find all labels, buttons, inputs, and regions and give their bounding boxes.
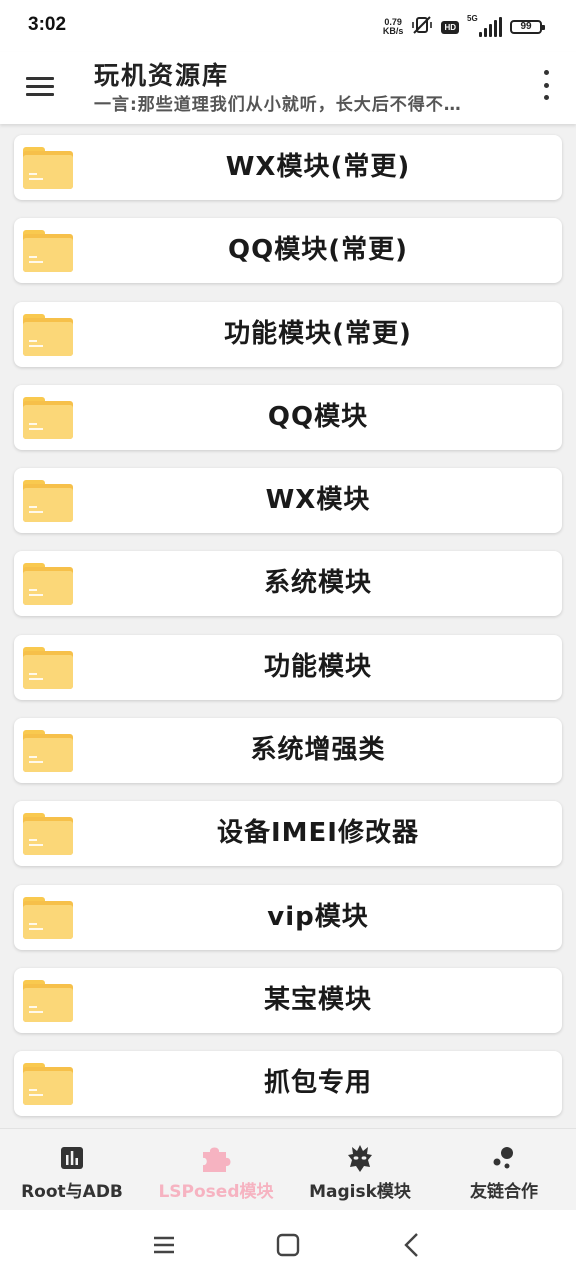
folder-icon: [23, 896, 73, 939]
puzzle-icon: [199, 1143, 233, 1173]
folder-icon: [23, 730, 73, 773]
list-item[interactable]: WX模块: [14, 468, 562, 534]
list-item[interactable]: 抓包专用: [14, 1051, 562, 1117]
folder-icon: [23, 396, 73, 439]
list-item-label: vip模块: [267, 901, 369, 932]
vibrate-off-icon: [411, 14, 433, 40]
recent-apps-icon[interactable]: [149, 1230, 179, 1260]
menu-icon[interactable]: [26, 72, 56, 102]
folder-icon: [23, 646, 73, 689]
bubbles-icon: [491, 1143, 517, 1173]
tab-magisk[interactable]: Magisk模块: [288, 1129, 432, 1211]
list-item-label: 某宝模块: [263, 984, 372, 1015]
list-item-label: 抓包专用: [263, 1068, 372, 1099]
bottom-nav: Root与ADB LSPosed模块 Magisk模块 友链合作: [0, 1128, 576, 1211]
list-item-label: 设备IMEI修改器: [217, 818, 419, 849]
list-item-label: 功能模块: [263, 651, 372, 682]
page-subtitle: 一言:那些道理我们从小就听，长大后不得不…: [94, 95, 462, 115]
tab-label: Root与ADB: [21, 1182, 123, 1202]
list-item[interactable]: 系统模块: [14, 551, 562, 617]
folder-icon: [23, 147, 73, 189]
back-icon[interactable]: [397, 1230, 427, 1260]
list-item[interactable]: 设备IMEI修改器: [14, 801, 562, 867]
tab-label: 友链合作: [470, 1182, 538, 1202]
list-item-label: WX模块(常更): [225, 152, 411, 182]
list-item-label: QQ模块(常更): [228, 235, 408, 266]
network-speed: 0.79 KB/s: [382, 17, 404, 36]
tab-label: LSPosed模块: [158, 1182, 274, 1202]
tab-label: Magisk模块: [309, 1182, 411, 1202]
status-bar: 3:02 0.79 KB/s HD 5G 99: [0, 0, 576, 52]
list-item-label: 系统模块: [263, 568, 372, 599]
list-item[interactable]: WX模块(常更): [14, 135, 562, 200]
magisk-mask-icon: [347, 1143, 373, 1173]
folder-icon: [23, 979, 73, 1022]
page-title: 玩机资源库: [94, 61, 230, 90]
list-item[interactable]: vip模块: [14, 884, 562, 950]
battery-icon: 99: [510, 20, 545, 34]
system-nav-bar: [0, 1210, 576, 1280]
tab-friend-links[interactable]: 友链合作: [432, 1129, 576, 1211]
list-item-label: QQ模块: [267, 401, 369, 432]
folder-icon: [23, 230, 73, 273]
folder-icon: [23, 1063, 73, 1106]
tab-lsposed[interactable]: LSPosed模块: [144, 1129, 288, 1211]
app-bar: 玩机资源库 一言:那些道理我们从小就听，长大后不得不…: [0, 52, 576, 124]
more-options-icon[interactable]: [538, 70, 554, 100]
list-item-label: WX模块: [265, 485, 371, 516]
list-item[interactable]: 某宝模块: [14, 967, 562, 1033]
list-item[interactable]: 功能模块: [14, 634, 562, 700]
folder-icon: [23, 563, 73, 606]
list-item[interactable]: 功能模块(常更): [14, 301, 562, 367]
list-item[interactable]: QQ模块(常更): [14, 218, 562, 284]
list-item[interactable]: QQ模块: [14, 384, 562, 450]
hd-icon: HD: [441, 20, 459, 34]
status-time: 3:02: [28, 14, 67, 35]
status-icons: 0.79 KB/s HD 5G 99: [382, 14, 545, 40]
list-item-label: 系统增强类: [250, 735, 386, 766]
module-list: WX模块(常更) QQ模块(常更) 功能模块(常更) QQ模块 WX模块 系统模…: [14, 135, 562, 1135]
folder-icon: [23, 313, 73, 356]
folder-icon: [23, 480, 73, 523]
list-item[interactable]: 系统增强类: [14, 718, 562, 784]
bar-chart-icon: [60, 1143, 84, 1173]
tab-root-adb[interactable]: Root与ADB: [0, 1129, 144, 1211]
home-icon[interactable]: [273, 1230, 303, 1260]
signal-icon: 5G: [467, 14, 502, 37]
folder-icon: [23, 813, 73, 856]
list-item-label: 功能模块(常更): [224, 318, 412, 349]
